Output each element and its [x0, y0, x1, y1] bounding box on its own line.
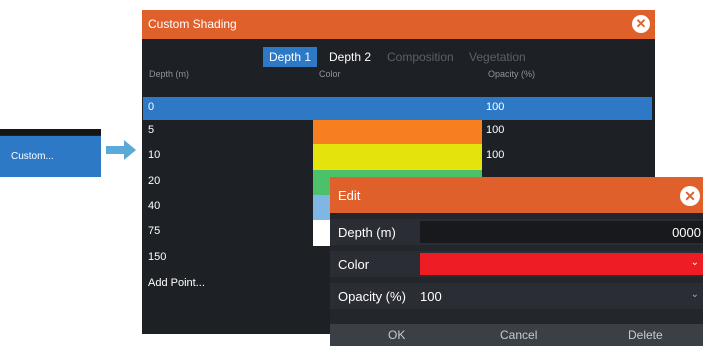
- arrow-right-icon: [106, 140, 136, 160]
- depth-field[interactable]: 0000: [420, 221, 703, 243]
- button-bar: OK Cancel Delete: [330, 324, 703, 346]
- dialog-title: Custom Shading: [148, 17, 237, 31]
- depth-label: Depth (m): [338, 225, 396, 240]
- opacity-value: 100: [420, 289, 442, 304]
- table-cell-depth: 75: [148, 225, 161, 237]
- custom-menu-item[interactable]: Custom...: [0, 136, 101, 177]
- table-cell-depth: 40: [148, 200, 161, 212]
- add-point-link[interactable]: Add Point...: [148, 277, 205, 289]
- column-header-color: Color: [319, 69, 341, 79]
- color-swatch-orange[interactable]: [313, 120, 482, 144]
- table-cell-depth: 5: [148, 124, 155, 136]
- ok-button[interactable]: OK: [388, 328, 405, 342]
- column-header-depth: Depth (m): [149, 69, 190, 79]
- color-label: Color: [338, 257, 370, 272]
- edit-titlebar: Edit ✕: [330, 177, 703, 213]
- side-menu-bar: [0, 129, 101, 135]
- edit-dialog: Edit ✕ Depth (m) 0000 Color ⌄ Opacity (%…: [330, 177, 703, 346]
- table-cell-opacity: 100: [486, 124, 505, 136]
- tab-composition[interactable]: Composition: [381, 47, 460, 67]
- column-header-opacity: Opacity (%): [488, 69, 536, 79]
- close-icon[interactable]: ✕: [632, 15, 650, 33]
- table-cell-depth: 150: [148, 251, 167, 263]
- table-cell-depth: 20: [148, 175, 161, 187]
- delete-button[interactable]: Delete: [628, 328, 663, 342]
- table-cell-depth: 10: [148, 149, 161, 161]
- close-icon[interactable]: ✕: [680, 186, 700, 206]
- opacity-field[interactable]: 100 ⌄: [418, 285, 703, 307]
- edit-title: Edit: [338, 188, 361, 203]
- table-cell-depth: 0: [148, 101, 155, 113]
- chevron-down-icon: ⌄: [690, 257, 699, 268]
- color-field[interactable]: ⌄: [420, 253, 703, 275]
- table-cell-opacity: 100: [486, 149, 505, 161]
- opacity-label: Opacity (%): [338, 289, 406, 304]
- table-cell-opacity: 100: [486, 101, 505, 113]
- depth-value: 0000: [672, 225, 701, 240]
- tab-depth-2[interactable]: Depth 2: [323, 47, 377, 67]
- dialog-titlebar: Custom Shading ✕: [142, 10, 655, 39]
- chevron-down-icon: ⌄: [690, 289, 699, 300]
- tab-vegetation[interactable]: Vegetation: [463, 47, 532, 67]
- tab-depth-1[interactable]: Depth 1: [263, 47, 318, 67]
- table-row-selected[interactable]: [143, 97, 652, 120]
- background-faded-text: [8, 70, 11, 84]
- cancel-button[interactable]: Cancel: [500, 328, 537, 342]
- side-menu: Custom...: [0, 129, 101, 177]
- color-swatch-yellow[interactable]: [313, 144, 482, 170]
